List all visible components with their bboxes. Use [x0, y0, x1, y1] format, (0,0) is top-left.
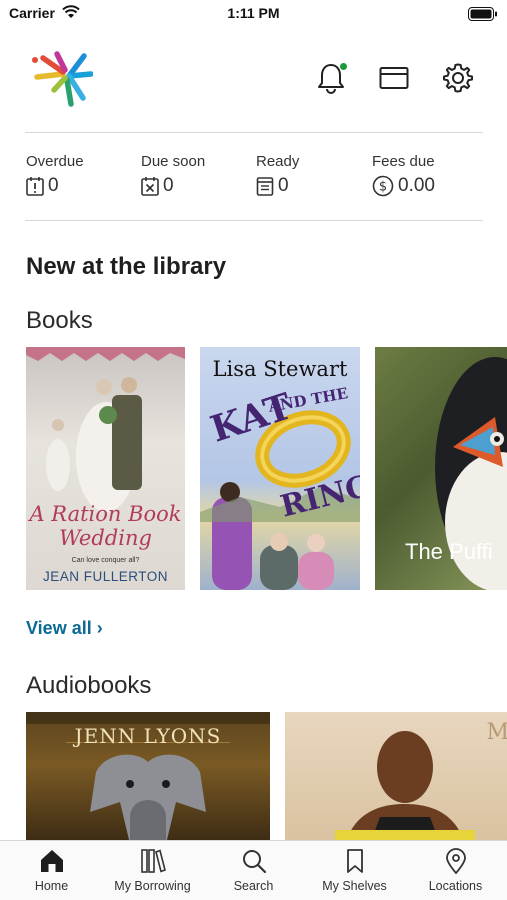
cover-tagline: Can love conquer all?	[71, 557, 140, 564]
section-title: New at the library	[26, 253, 227, 280]
book-cover[interactable]: A Ration Book Wedding Can love conquer a…	[26, 347, 185, 590]
tab-label: My Shelves	[322, 879, 387, 893]
tab-search[interactable]: Search	[203, 847, 304, 893]
notification-dot	[340, 63, 347, 70]
divider	[25, 132, 483, 133]
stat-label: Fees due	[372, 153, 435, 170]
status-bar: Carrier 1:11 PM	[0, 0, 507, 30]
stat-overdue[interactable]: Overdue 0	[26, 153, 84, 197]
cover-author: JEAN FULLERTON	[42, 569, 169, 584]
stat-value: 0	[48, 175, 59, 196]
library-card-icon	[379, 67, 409, 89]
audiobook-cover[interactable]: JENN LYONS	[26, 712, 270, 844]
book-cover[interactable]: The Puffi	[375, 347, 507, 590]
cover-title: The Puffi	[405, 539, 493, 564]
cover-monogram: M	[486, 720, 507, 745]
stat-value: 0	[278, 175, 289, 196]
search-icon	[242, 850, 266, 874]
audiobooks-heading: Audiobooks	[26, 672, 152, 699]
cover-author: Lisa Stewart	[212, 357, 348, 381]
tab-label: My Borrowing	[114, 879, 191, 893]
library-card-button[interactable]	[376, 60, 412, 96]
ready-icon	[256, 177, 274, 196]
stat-label: Ready	[256, 153, 300, 170]
tab-label: Home	[34, 879, 69, 893]
home-icon	[40, 850, 63, 872]
overdue-icon	[26, 177, 44, 196]
tab-locations[interactable]: Locations	[405, 847, 506, 893]
divider	[25, 220, 483, 221]
clock: 1:11 PM	[227, 5, 280, 21]
stat-value: 0.00	[398, 175, 435, 196]
tab-bar: Home My Borrowing Search My Shelves Loca…	[0, 840, 507, 900]
view-all-books-link[interactable]: View all ›	[26, 618, 103, 639]
stat-ready[interactable]: Ready 0	[256, 153, 299, 197]
cover-author: JENN LYONS	[74, 724, 222, 748]
stat-due-soon[interactable]: Due soon 0	[141, 153, 205, 197]
tab-label: Search	[233, 879, 274, 893]
tab-my-borrowing[interactable]: My Borrowing	[102, 847, 203, 893]
cover-art	[200, 410, 360, 590]
tab-my-shelves[interactable]: My Shelves	[304, 847, 405, 893]
battery-icon	[468, 7, 497, 21]
cover-art	[26, 347, 185, 512]
svg-text:$: $	[379, 180, 387, 195]
books-heading: Books	[26, 307, 93, 334]
stat-value: 0	[163, 175, 174, 196]
library-starburst-logo[interactable]	[27, 48, 93, 110]
due-soon-icon	[141, 177, 159, 196]
books-icon	[140, 849, 166, 873]
stat-fees-due[interactable]: Fees due $ 0.00	[372, 153, 435, 197]
settings-button[interactable]	[440, 60, 476, 96]
stat-label: Due soon	[141, 153, 206, 170]
cover-art	[335, 731, 475, 844]
tab-home[interactable]: Home	[1, 847, 102, 893]
audiobook-cover[interactable]: M	[285, 712, 507, 844]
cover-title: A Ration Book Wedding	[29, 502, 182, 550]
location-pin-icon	[445, 848, 466, 875]
gear-icon	[443, 63, 473, 93]
bookmark-icon	[346, 849, 363, 873]
stat-label: Overdue	[26, 153, 84, 170]
book-cover[interactable]: Lisa Stewart KAT AND THE RING	[200, 347, 360, 590]
tab-label: Locations	[428, 879, 483, 893]
dollar-icon: $	[372, 175, 394, 197]
